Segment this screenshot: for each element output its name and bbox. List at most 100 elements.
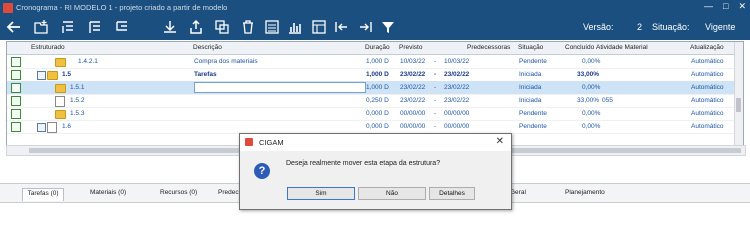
cell-sep: - — [434, 58, 437, 65]
toolbar: Versão: 2 Situação: Vigente — [0, 16, 750, 40]
cell-end: 23/02/22 — [444, 97, 470, 104]
tab-predecessoras[interactable]: Predec — [218, 188, 239, 200]
cell-pct: 33,00% — [577, 97, 600, 104]
collapse-toggle-icon[interactable] — [37, 123, 46, 132]
description-edit-field[interactable] — [194, 82, 366, 93]
cell-duration: 1,000 D — [366, 84, 389, 91]
insert-below-icon[interactable] — [87, 19, 103, 35]
download-icon[interactable] — [162, 19, 178, 35]
cell-duration: 1,000 D — [366, 71, 389, 78]
table-row[interactable]: 1.4.2.1 Compra dos materiais 1,000 D 10/… — [7, 55, 734, 69]
cell-code: 1.5.1 — [70, 84, 85, 91]
dialog-close-icon[interactable]: ✕ — [496, 136, 504, 147]
cell-code: 1.6 — [62, 123, 72, 130]
grid-header: Estruturado Descrição Duração Previsto P… — [7, 42, 734, 55]
cell-duration: 0,000 D — [366, 110, 389, 117]
cell-code: 1.4.2.1 — [78, 58, 98, 65]
cell-update: Automático — [691, 123, 724, 130]
yes-button[interactable]: Sim — [287, 187, 355, 200]
row-edit-icon — [11, 109, 21, 119]
cell-duration: 0,000 D — [366, 123, 389, 130]
window-controls: — □ ✕ — [704, 1, 746, 12]
situacao-value: Vigente — [705, 22, 736, 32]
expand-icon[interactable] — [334, 19, 350, 35]
row-edit-icon — [11, 96, 21, 106]
copy-icon[interactable] — [214, 19, 230, 35]
table-row[interactable]: 1.5.3 0,000 D 00/00/00 - 00/00/00 Penden… — [7, 107, 734, 121]
versao-value: 2 — [637, 22, 643, 32]
export-icon[interactable] — [188, 19, 204, 35]
insert-above-icon[interactable] — [60, 19, 76, 35]
cell-update: Automático — [691, 84, 724, 91]
cell-end: 00/00/00 — [444, 123, 470, 130]
cell-code: 1.5.2 — [70, 97, 85, 104]
cell-update: Automático — [691, 110, 724, 117]
row-edit-icon — [11, 122, 21, 132]
chart-icon[interactable] — [287, 19, 303, 35]
vertical-scroll-thumb[interactable] — [736, 98, 741, 112]
cell-update: Automático — [691, 58, 724, 65]
cell-end: 23/02/22 — [444, 84, 470, 91]
cell-start: 00/00/00 — [400, 110, 426, 117]
tab-tarefas[interactable]: Tarefas (0) — [22, 188, 64, 201]
dialog-app-icon — [245, 138, 253, 146]
cell-start: 23/02/22 — [400, 97, 426, 104]
cell-pct: 0,00% — [582, 84, 601, 91]
cell-start: 10/03/22 — [400, 58, 426, 65]
col-estruturado[interactable]: Estruturado — [31, 44, 65, 51]
col-atividade-material[interactable]: Atividade Material — [596, 44, 648, 51]
app-logo-icon — [3, 3, 13, 13]
task-document-icon — [47, 122, 57, 133]
tab-planejamento[interactable]: Planejamento — [565, 188, 605, 200]
details-button[interactable]: Detalhes — [429, 187, 475, 200]
properties-icon[interactable] — [311, 19, 327, 35]
insert-child-icon[interactable] — [114, 19, 130, 35]
col-descricao[interactable]: Descrição — [193, 44, 222, 51]
col-concluido[interactable]: Concluído — [565, 44, 594, 51]
minimize-icon[interactable]: — — [704, 1, 713, 12]
no-button[interactable]: Não — [358, 187, 426, 200]
cell-sep: - — [434, 110, 437, 117]
col-situacao[interactable]: Situação — [518, 44, 543, 51]
cell-end: 23/02/22 — [444, 71, 470, 78]
tab-materiais[interactable]: Materiais (0) — [90, 188, 126, 200]
list-icon[interactable] — [264, 19, 280, 35]
cell-update: Automático — [691, 97, 724, 104]
delete-icon[interactable] — [240, 19, 256, 35]
table-row-selected[interactable]: 1.5.1 1,000 D 23/02/22 - 23/02/22 Inicia… — [7, 81, 734, 95]
tab-recursos[interactable]: Recursos (0) — [160, 188, 197, 200]
row-edit-icon — [11, 70, 21, 80]
dialog-title: CIGAM — [259, 138, 284, 147]
row-edit-icon — [11, 83, 21, 93]
col-duracao[interactable]: Duração — [365, 44, 390, 51]
col-previsto[interactable]: Previsto — [399, 44, 422, 51]
tab-geral[interactable]: Geral — [510, 188, 526, 200]
row-edit-icon — [11, 57, 21, 67]
table-row[interactable]: 1.5.2 0,250 D 23/02/22 - 23/02/22 Inicia… — [7, 94, 734, 108]
close-window-icon[interactable]: ✕ — [738, 1, 746, 12]
cell-material: 055 — [602, 97, 613, 104]
folder-icon — [55, 84, 66, 93]
vertical-scrollbar[interactable] — [734, 42, 743, 145]
table-row[interactable]: 1.5 Tarefas 1,000 D 23/02/22 - 23/02/22 … — [7, 68, 734, 82]
cell-situacao: Pendente — [519, 110, 547, 117]
cell-desc: Tarefas — [194, 71, 217, 78]
col-predecessoras[interactable]: Predecessoras — [467, 44, 510, 51]
cell-update: Automático — [691, 71, 724, 78]
collapse-left-icon[interactable] — [357, 19, 373, 35]
cell-situacao: Pendente — [519, 58, 547, 65]
cell-code: 1.5.3 — [70, 110, 85, 117]
col-atualizacao[interactable]: Atualização — [690, 44, 724, 51]
cell-situacao: Iniciada — [519, 97, 542, 104]
table-row[interactable]: 1.6 0,000 D 00/00/00 - 00/00/00 Pendente… — [7, 120, 734, 134]
collapse-toggle-icon[interactable] — [37, 71, 46, 80]
cell-sep: - — [434, 84, 437, 91]
add-folder-icon[interactable] — [33, 19, 49, 35]
back-arrow-icon[interactable] — [6, 19, 22, 35]
maximize-icon[interactable]: □ — [723, 1, 728, 12]
cell-start: 23/02/22 — [400, 84, 426, 91]
versao-label: Versão: — [583, 22, 614, 32]
window-title: Cronograma - RI MODELO 1 - projeto criad… — [16, 3, 228, 12]
filter-icon[interactable] — [380, 19, 396, 35]
cell-end: 10/03/22 — [444, 58, 470, 65]
